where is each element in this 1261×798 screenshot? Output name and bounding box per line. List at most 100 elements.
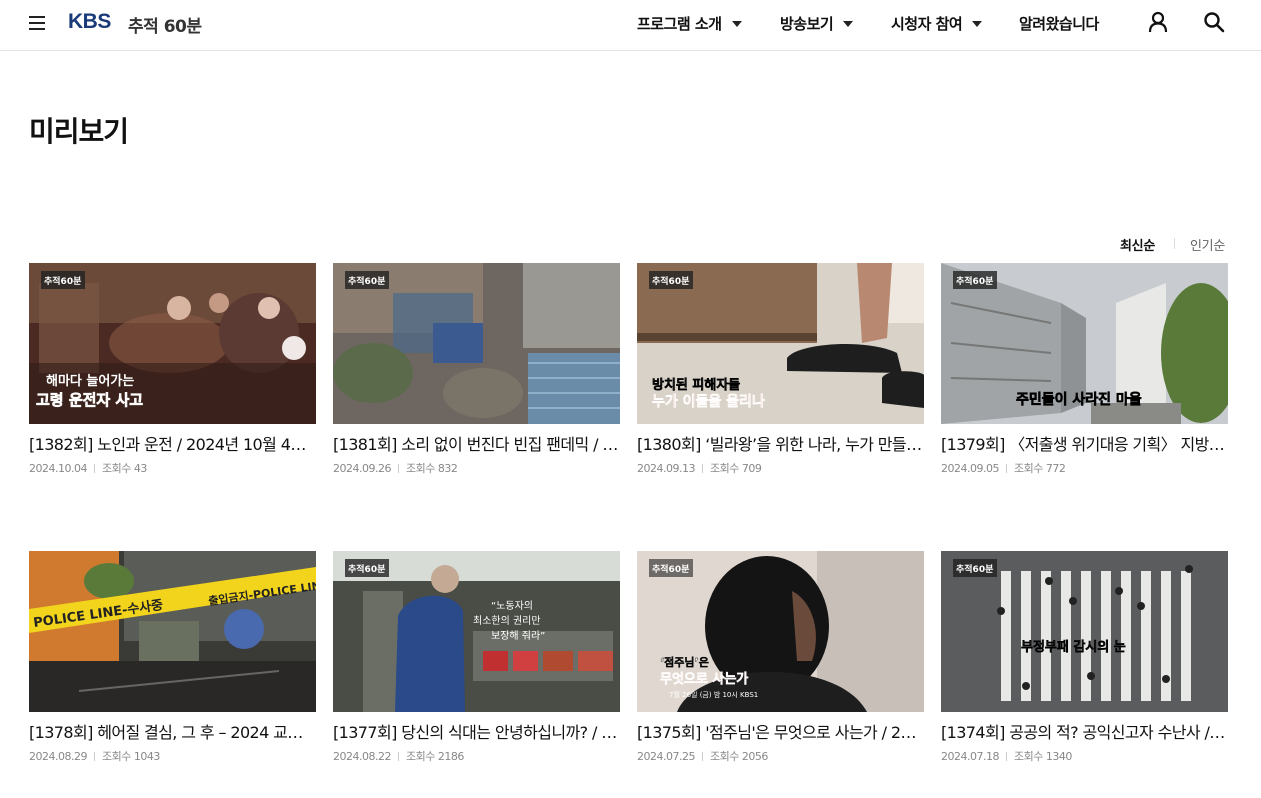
view-label: 조회수 xyxy=(405,462,435,475)
video-meta: 2024.07.25 조회수 2056 xyxy=(637,748,924,764)
thumbnail-caption: 해마다 늘어가는 xyxy=(46,373,134,389)
thumbnail-caption: 주민들이 사라진 마을 xyxy=(1016,391,1142,408)
view-count: 43 xyxy=(133,461,148,475)
divider xyxy=(1005,463,1007,473)
thumbnail-caption: 방치된 피해자들 xyxy=(652,377,740,393)
nav-viewer-participation[interactable]: 시청자 참여 xyxy=(891,13,983,34)
view-label: 조회수 xyxy=(709,750,739,763)
video-meta: 2024.08.29 조회수 1043 xyxy=(29,748,316,764)
chevron-down-icon xyxy=(843,20,854,27)
video-meta: 2024.09.26 조회수 832 xyxy=(333,460,620,476)
program-badge: 추적60분 xyxy=(348,275,385,287)
video-date: 2024.09.26 xyxy=(333,461,391,475)
video-date: 2024.07.25 xyxy=(637,749,695,763)
nav-notice[interactable]: 알려왔습니다 xyxy=(1019,13,1099,34)
page-title: 미리보기 xyxy=(29,115,129,148)
divider xyxy=(93,463,95,473)
video-title[interactable]: [1379회] 〈저출생 위기대응 기획〉 지방 소멸 xyxy=(941,434,1228,456)
video-meta: 2024.08.22 조회수 2186 xyxy=(333,748,620,764)
video-card[interactable]: 해마다 늘어가는 고령 운전자 사고 추적60분 [1382회] 노인과 운전 … xyxy=(29,263,316,476)
site-header: KBS 추적 60분 프로그램 소개 방송보기 시청자 참여 알려왔습니다 xyxy=(0,0,1261,51)
video-thumbnail[interactable]: 주민들이 사라진 마을 추적60분 xyxy=(941,263,1228,424)
nav-program-intro[interactable]: 프로그램 소개 xyxy=(637,13,742,34)
video-date: 2024.09.13 xyxy=(637,461,695,475)
view-label: 조회수 xyxy=(405,750,435,763)
video-title[interactable]: [1382회] 노인과 운전 / 2024년 10월 4일 방송 xyxy=(29,434,316,456)
video-date: 2024.08.29 xyxy=(29,749,87,763)
search-icon[interactable] xyxy=(1203,11,1225,33)
divider xyxy=(397,463,399,473)
chevron-down-icon xyxy=(972,20,983,27)
menu-icon[interactable] xyxy=(29,15,45,31)
view-count: 772 xyxy=(1045,461,1066,475)
video-title[interactable]: [1375회] '점주님'은 무엇으로 사는가 / 2024년 7월 25일 방… xyxy=(637,722,924,744)
video-date: 2024.08.22 xyxy=(333,749,391,763)
video-card[interactable]: 방치된 피해자들 누가 이들을 울리나 추적60분 [1380회] ‘빌라왕’을… xyxy=(637,263,924,476)
video-card[interactable]: 주민들이 사라진 마을 추적60분 [1379회] 〈저출생 위기대응 기획〉 … xyxy=(941,263,1228,476)
divider xyxy=(701,751,703,761)
thumbnail-caption: ‘점주님’은 xyxy=(660,655,709,669)
video-title[interactable]: [1381회] 소리 없이 번진다 빈집 팬데믹 / 2024년 9월 26일 … xyxy=(333,434,620,456)
thumbnail-caption: 고령 운전자 사고 xyxy=(36,391,143,409)
view-count: 1340 xyxy=(1045,749,1073,763)
program-name[interactable]: 추적 60분 xyxy=(128,12,202,37)
sort-divider xyxy=(1174,238,1175,249)
video-date: 2024.07.18 xyxy=(941,749,999,763)
view-count: 2056 xyxy=(741,749,769,763)
view-label: 조회수 xyxy=(101,750,131,763)
video-thumbnail[interactable]: 추적60분 xyxy=(333,263,620,424)
video-thumbnail[interactable]: 해마다 늘어가는 고령 운전자 사고 추적60분 xyxy=(29,263,316,424)
video-meta: 2024.09.05 조회수 772 xyxy=(941,460,1228,476)
video-date: 2024.10.04 xyxy=(29,461,87,475)
video-title[interactable]: [1378회] 헤어질 결심, 그 후 – 2024 교제폭력 xyxy=(29,722,316,744)
program-badge: 추적60분 xyxy=(956,563,993,575)
video-card[interactable]: ‘점주님’은 무엇으로 사는가 7월 26일 (금) 밤 10시 KBS1 추적… xyxy=(637,551,924,764)
thumbnail-caption: 누가 이들을 울리나 xyxy=(652,393,765,410)
video-card[interactable]: POLICE LINE-수사중 출입금지-POLICE LINE [1378회]… xyxy=(29,551,316,764)
video-thumbnail[interactable]: 방치된 피해자들 누가 이들을 울리나 추적60분 xyxy=(637,263,924,424)
view-count: 1043 xyxy=(133,749,161,763)
view-label: 조회수 xyxy=(101,462,131,475)
video-thumbnail[interactable]: ‘점주님’은 무엇으로 사는가 7월 26일 (금) 밤 10시 KBS1 추적… xyxy=(637,551,924,712)
video-meta: 2024.07.18 조회수 1340 xyxy=(941,748,1228,764)
sort-latest-button[interactable]: 최신순 xyxy=(1120,235,1155,254)
video-thumbnail[interactable]: POLICE LINE-수사중 출입금지-POLICE LINE xyxy=(29,551,316,712)
kbs-logo[interactable]: KBS xyxy=(68,10,111,34)
thumbnail-quote: 보장해 줘라” xyxy=(491,629,545,642)
program-badge: 추적60분 xyxy=(956,275,993,287)
video-title[interactable]: [1374회] 공공의 적? 공익신고자 수난사 / 2024년 7월 18일 … xyxy=(941,722,1228,744)
sort-popular-button[interactable]: 인기순 xyxy=(1190,235,1225,254)
thumbnail-caption: 7월 26일 (금) 밤 10시 KBS1 xyxy=(669,690,758,699)
divider xyxy=(397,751,399,761)
program-badge: 추적60분 xyxy=(348,563,385,575)
view-label: 조회수 xyxy=(1013,462,1043,475)
video-meta: 2024.10.04 조회수 43 xyxy=(29,460,316,476)
divider xyxy=(93,751,95,761)
video-card[interactable]: 추적60분 [1381회] 소리 없이 번진다 빈집 팬데믹 / 2024년 9… xyxy=(333,263,620,476)
video-title[interactable]: [1377회] 당신의 식대는 안녕하십니까? / 2024년 8월 22일 방… xyxy=(333,722,620,744)
user-icon[interactable] xyxy=(1147,11,1169,33)
program-badge: 추적60분 xyxy=(44,275,81,287)
divider xyxy=(701,463,703,473)
video-title[interactable]: [1380회] ‘빌라왕’을 위한 나라, 누가 만들었나 xyxy=(637,434,924,456)
view-count: 832 xyxy=(437,461,458,475)
chevron-down-icon xyxy=(731,20,742,27)
thumbnail-caption: 부정부패 감시의 눈 xyxy=(1021,639,1126,655)
program-badge: 추적60분 xyxy=(652,275,689,287)
thumbnail-quote: 최소한의 권리만 xyxy=(473,615,541,627)
nav-broadcast[interactable]: 방송보기 xyxy=(780,13,854,34)
video-card[interactable]: 부정부패 감시의 눈 추적60분 [1374회] 공공의 적? 공익신고자 수난… xyxy=(941,551,1228,764)
video-date: 2024.09.05 xyxy=(941,461,999,475)
view-label: 조회수 xyxy=(1013,750,1043,763)
video-thumbnail[interactable]: 부정부패 감시의 눈 추적60분 xyxy=(941,551,1228,712)
view-count: 709 xyxy=(741,461,762,475)
video-thumbnail[interactable]: “노동자의 최소한의 권리만 보장해 줘라” 추적60분 xyxy=(333,551,620,712)
video-meta: 2024.09.13 조회수 709 xyxy=(637,460,924,476)
divider xyxy=(1005,751,1007,761)
program-badge: 추적60분 xyxy=(652,563,689,575)
thumbnail-caption: 무엇으로 사는가 xyxy=(660,671,748,687)
view-count: 2186 xyxy=(437,749,465,763)
view-label: 조회수 xyxy=(709,462,739,475)
thumbnail-quote: “노동자의 xyxy=(491,600,533,612)
video-card[interactable]: “노동자의 최소한의 권리만 보장해 줘라” 추적60분 [1377회] 당신의… xyxy=(333,551,620,764)
